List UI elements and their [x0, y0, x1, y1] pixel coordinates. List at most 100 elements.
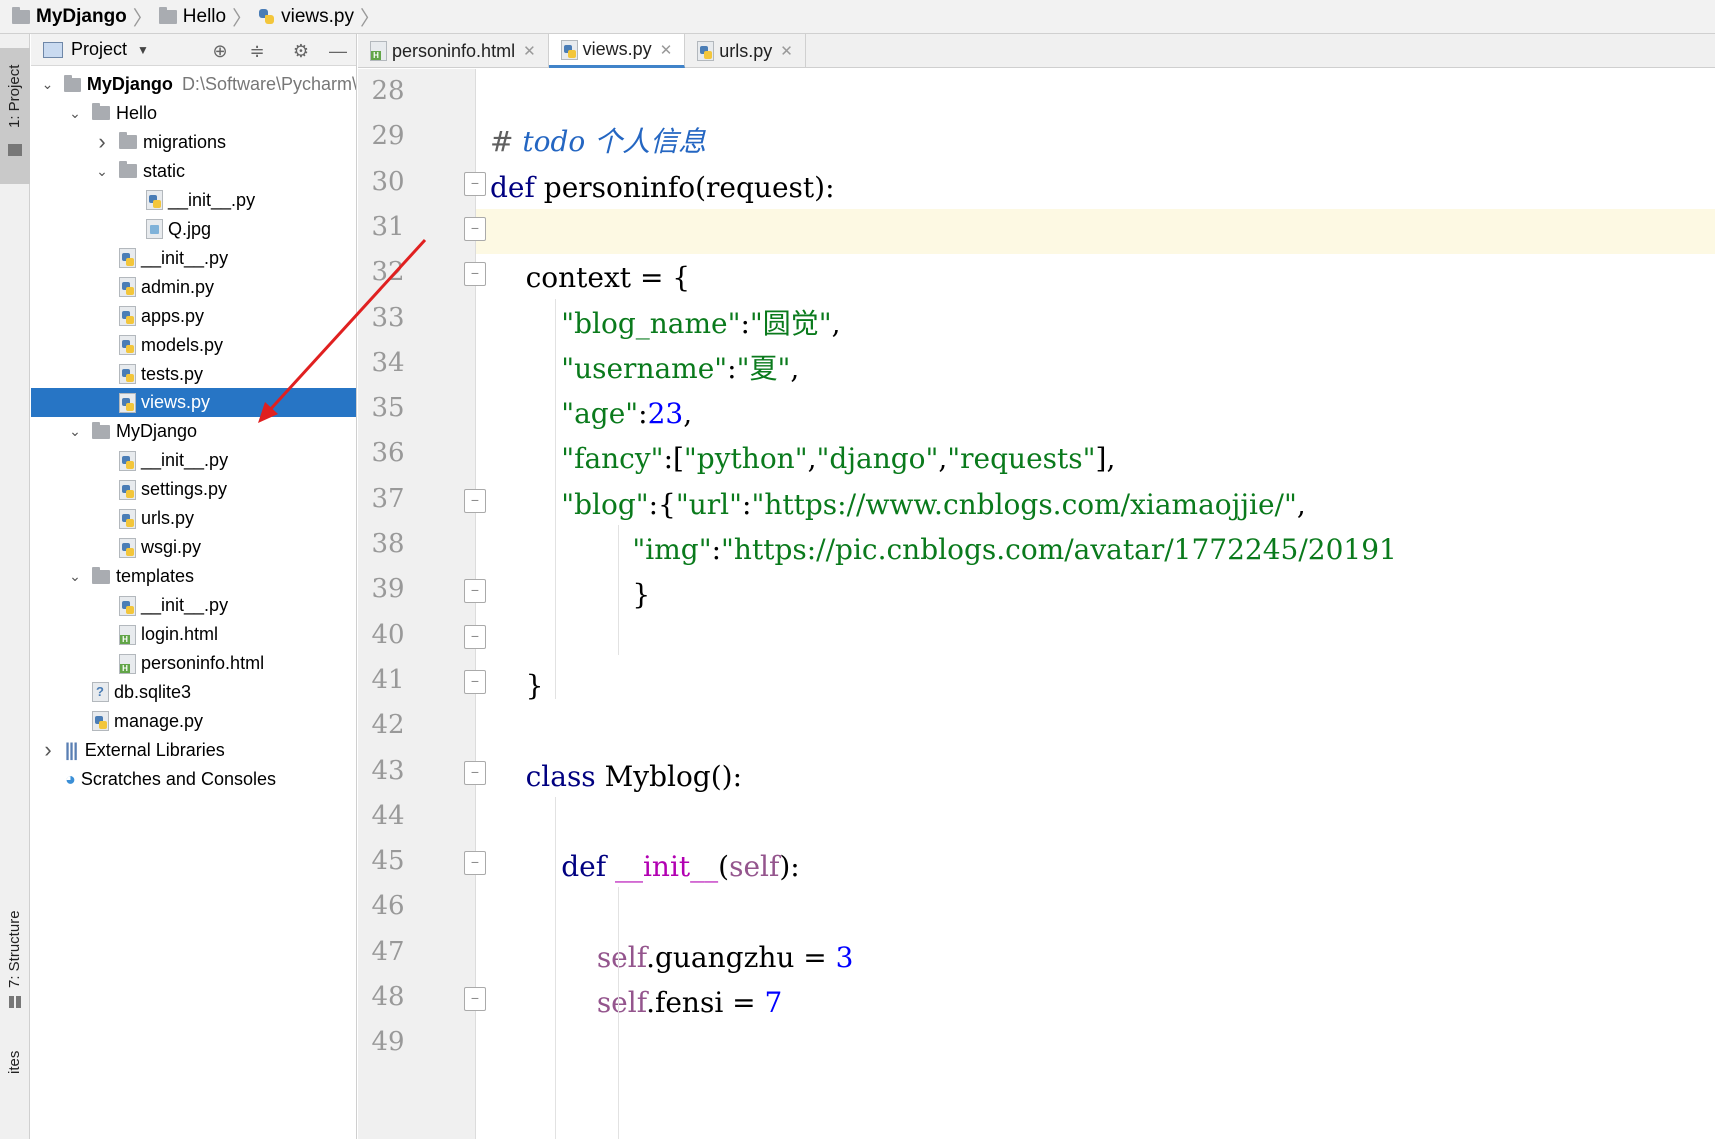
chevron-down-icon[interactable]: ⌄ [68, 423, 82, 440]
indent-guide [555, 797, 556, 1139]
close-icon[interactable]: ✕ [660, 41, 673, 59]
code-token: "img" [632, 533, 712, 566]
folder-icon [158, 6, 177, 24]
line-number: 31 [371, 211, 405, 242]
gear-icon[interactable]: ⚙ [290, 40, 312, 62]
tree-item[interactable]: login.html [31, 620, 356, 649]
fold-marker-icon[interactable]: − [464, 624, 486, 649]
breadcrumb-hello[interactable]: Hello [158, 6, 226, 28]
tree-item[interactable]: › migrations [31, 128, 356, 157]
tree-item-label: static [143, 160, 186, 181]
close-icon[interactable]: ✕ [780, 42, 793, 60]
tree-item[interactable]: urls.py [31, 504, 356, 533]
tree-item[interactable]: admin.py [31, 273, 356, 302]
fold-marker-icon[interactable]: − [464, 488, 486, 513]
structure-tool-tab[interactable]: 7: Structure [0, 904, 30, 1024]
line-number: 30 [371, 166, 405, 197]
project-tool-tab[interactable]: 1: Project [0, 48, 30, 184]
tree-item[interactable]: models.py [31, 331, 356, 360]
tree-item[interactable]: ⌄ templates [31, 562, 356, 591]
code-token: class [525, 759, 605, 793]
fold-marker-icon[interactable]: − [464, 216, 486, 241]
fold-marker-icon[interactable]: − [464, 851, 486, 876]
folder-icon [64, 74, 81, 92]
html-file-icon [370, 41, 387, 61]
tree-item[interactable]: wsgi.py [31, 533, 356, 562]
line-number: 29 [371, 121, 405, 152]
tree-item[interactable]: ⌄ Hello [31, 99, 356, 128]
code-token: def [490, 170, 544, 204]
close-icon[interactable]: ✕ [523, 42, 536, 60]
image-file-icon [146, 219, 163, 240]
tree-item[interactable]: __init__.py [31, 591, 356, 620]
tree-item[interactable]: settings.py [31, 475, 356, 504]
tree-item[interactable]: tests.py [31, 360, 356, 389]
fold-marker-icon[interactable]: − [464, 262, 486, 287]
hide-icon[interactable]: — [327, 40, 349, 62]
line-number: 41 [371, 664, 405, 695]
editor-tab[interactable]: personinfo.html ✕ [358, 34, 549, 68]
tree-item[interactable]: ⌄ MyDjango D:\Software\Pycharm\ [31, 70, 356, 99]
code-line: "username":"夏", [490, 346, 799, 391]
code-token: self [729, 850, 780, 884]
line-number: 34 [371, 347, 405, 378]
python-file-icon [119, 392, 136, 413]
breadcrumb-project[interactable]: MyDjango [12, 6, 127, 28]
code-token: : [711, 533, 722, 566]
project-view-selector[interactable]: Project [71, 39, 127, 60]
code-token: "url" [675, 487, 743, 521]
code-token: "https://www.cnblogs.com/xiamaojjie/" [751, 487, 1297, 521]
tool-window-strip: 1: Project 7: Structure ites [0, 34, 30, 1139]
tree-item[interactable]: › ||| External Libraries [31, 736, 356, 765]
chevron-down-icon[interactable]: ⌄ [68, 568, 82, 585]
tree-item-label: migrations [143, 131, 227, 152]
tree-item[interactable]: apps.py [31, 302, 356, 331]
chevron-right-icon[interactable]: › [41, 737, 55, 763]
code-token: : [740, 306, 750, 340]
fold-marker-icon[interactable]: − [464, 669, 486, 694]
code-token: self [596, 940, 647, 974]
fold-marker-icon[interactable]: − [464, 171, 486, 196]
code-editor[interactable]: 28 29 30 31 32 33 34 35 36 37 38 39 40 41 42 43 44 45 46 47… [358, 69, 1715, 1139]
locate-icon[interactable]: ⊕ [209, 40, 231, 62]
tree-item[interactable]: __init__.py [31, 446, 356, 475]
chevron-down-icon[interactable]: ⌄ [95, 163, 109, 180]
editor-tab[interactable]: urls.py ✕ [685, 34, 806, 68]
favorites-tool-tab[interactable]: ites [0, 1034, 30, 1074]
tree-item[interactable]: __init__.py [31, 186, 356, 215]
chevron-down-icon[interactable]: ⌄ [41, 76, 54, 93]
tree-item-label: models.py [141, 334, 224, 355]
code-token: , [831, 306, 841, 340]
folder-icon [12, 6, 30, 24]
fold-marker-icon[interactable]: − [464, 987, 486, 1011]
tree-item[interactable]: Q.jpg [31, 215, 356, 244]
fold-marker-icon[interactable]: − [464, 579, 486, 604]
python-file-icon [697, 41, 715, 61]
tree-item-label: personinfo.html [141, 653, 265, 673]
tree-item[interactable]: personinfo.html [31, 649, 356, 678]
code-token: todo 个人信息 [522, 125, 707, 159]
code-token: "blog_name" [561, 306, 741, 340]
line-number: 48 [371, 982, 405, 1012]
tree-item[interactable]: db.sqlite3 [31, 678, 356, 707]
tree-item[interactable]: ⌄ MyDjango [31, 417, 356, 446]
tree-item[interactable]: ⌄ static [31, 157, 356, 186]
line-number: 45 [371, 846, 405, 877]
tree-item[interactable]: views.py [31, 388, 356, 418]
tree-item-label: templates [116, 566, 195, 587]
tree-item[interactable]: manage.py [31, 707, 356, 736]
collapse-all-icon[interactable]: ≑ [246, 40, 268, 62]
tree-item-label: Q.jpg [168, 218, 212, 239]
chevron-right-icon[interactable]: › [95, 129, 109, 155]
code-token: "blog" [561, 487, 649, 521]
tree-item[interactable]: __init__.py [31, 244, 356, 273]
chevron-down-icon[interactable]: ▼ [137, 43, 149, 57]
chevron-down-icon[interactable]: ⌄ [68, 105, 82, 122]
breadcrumb-views-py[interactable]: views.py [258, 6, 354, 28]
fold-marker-icon[interactable]: − [464, 760, 486, 785]
editor-tab[interactable]: views.py ✕ [548, 34, 686, 68]
tree-item[interactable]: ◕ Scratches and Consoles [31, 765, 356, 794]
